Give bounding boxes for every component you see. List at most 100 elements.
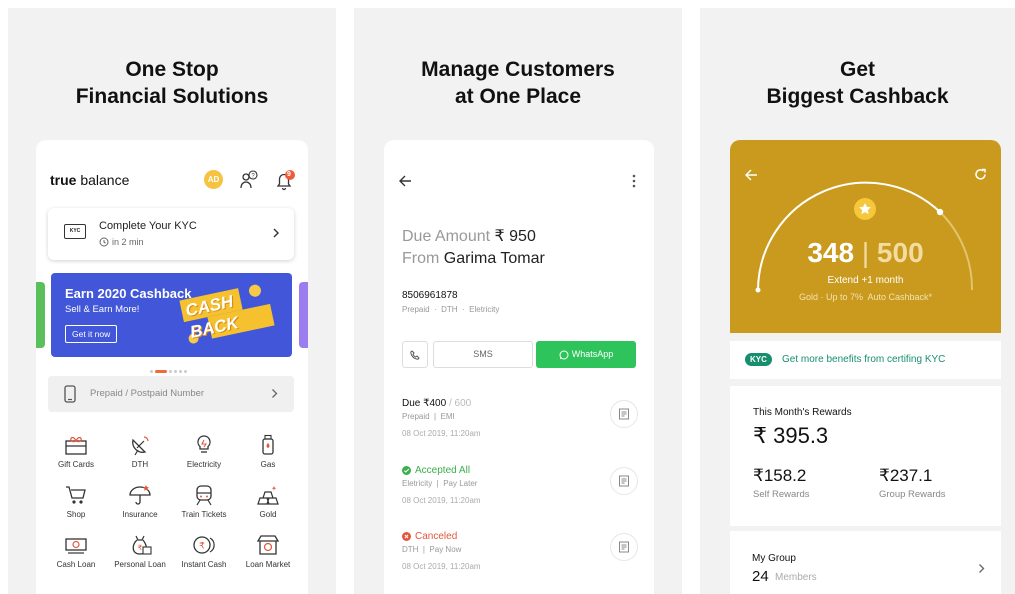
service-label: Personal Loan	[114, 560, 166, 569]
kyc-benefit-row[interactable]: KYC Get more benefits from certifing KYC	[730, 341, 1001, 379]
service-label: Gas	[260, 460, 276, 469]
service-loan-market[interactable]: Loan Market	[236, 530, 300, 569]
extend-text: Extend +1 month	[827, 275, 904, 286]
service-label: Loan Market	[245, 560, 291, 569]
self-rewards-value: ₹158.2	[753, 466, 807, 485]
service-insurance[interactable]: Insurance	[108, 480, 172, 519]
gold-bars-icon	[256, 484, 280, 506]
chevron-right-icon	[271, 388, 278, 399]
get-it-now-button[interactable]: Get it now	[65, 325, 118, 343]
carousel-next-peek[interactable]	[299, 282, 308, 348]
clock-icon	[99, 237, 109, 247]
call-button[interactable]	[402, 341, 428, 368]
service-gift-cards[interactable]: Gift Cards	[44, 430, 108, 469]
check-circle-icon	[402, 466, 411, 475]
transaction-meta: Eletricity | Pay Later	[402, 479, 478, 488]
score-value: 348	[807, 237, 855, 268]
service-dth[interactable]: DTH	[108, 430, 172, 469]
service-label: Gift Cards	[57, 460, 94, 469]
headline-line-2: at One Place	[454, 85, 582, 108]
kyc-card[interactable]: KYC Complete Your KYC in 2 min	[48, 208, 294, 260]
service-gas[interactable]: Gas	[236, 430, 300, 469]
kyc-benefit-link[interactable]: Get more benefits from certifing KYC	[782, 354, 945, 365]
promo-panel-customers: Manage Customers at One Place Due Amount…	[354, 8, 682, 594]
brand-bold: true	[50, 172, 77, 188]
from-row: From Garima Tomar	[402, 250, 545, 268]
bell-icon[interactable]: 9	[274, 170, 296, 192]
sms-button[interactable]: SMS	[433, 341, 533, 368]
kyc-icon: KYC	[64, 224, 86, 239]
svg-text:₹: ₹	[199, 542, 205, 552]
coins-icon: ₹	[192, 534, 216, 556]
train-icon	[194, 484, 214, 506]
carousel-dot[interactable]	[169, 370, 172, 374]
due-amount-row: Due Amount ₹ 950	[402, 226, 536, 246]
rewards-title: This Month's Rewards	[753, 407, 852, 418]
receipt-button[interactable]	[610, 400, 638, 428]
headline-line-2: Biggest Cashback	[766, 85, 949, 108]
transaction-item[interactable]: Accepted All Eletricity | Pay Later 08 O…	[402, 465, 638, 505]
group-rewards-label: Group Rewards	[879, 489, 946, 500]
rewards-value: ₹ 395.3	[753, 423, 829, 448]
transaction-date: 08 Oct 2019, 11:20am	[402, 496, 481, 505]
whatsapp-button[interactable]: WhatsApp	[536, 341, 636, 368]
phone-screen-home: true balance AD ? 9 KYC Complete Your KY…	[36, 140, 308, 594]
cancel-circle-icon	[402, 532, 411, 541]
headline-line-1: Manage Customers	[421, 58, 615, 81]
market-icon	[256, 534, 280, 556]
receipt-button[interactable]	[610, 533, 638, 561]
banner-title: Earn 2020 Cashback	[65, 286, 192, 301]
headline-line-1: One Stop	[125, 58, 219, 81]
cash-icon	[64, 536, 88, 556]
carousel-prev-peek[interactable]	[36, 282, 45, 348]
service-label: Insurance	[122, 510, 158, 519]
phone-icon	[410, 349, 420, 360]
service-gold[interactable]: Gold	[236, 480, 300, 519]
my-group-row[interactable]: My Group 24 Members	[730, 531, 1001, 594]
carousel-dot[interactable]	[184, 370, 187, 374]
carousel-dot[interactable]	[174, 370, 177, 374]
avatar[interactable]: AD	[204, 170, 223, 189]
service-instant-cash[interactable]: ₹ Instant Cash	[172, 530, 236, 569]
panel-headline: Manage Customers at One Place	[354, 56, 682, 110]
transaction-total: / 600	[446, 398, 472, 409]
panel-headline: Get Biggest Cashback	[700, 56, 1015, 110]
recharge-number-placeholder: Prepaid / Postpaid Number	[90, 388, 205, 399]
customer-name: Garima Tomar	[443, 250, 545, 267]
carousel-dot-active[interactable]	[155, 370, 167, 374]
customer-tags: Prepaid · DTH · Eletricity	[402, 305, 500, 314]
banner-subtitle: Sell & Earn More!	[65, 304, 140, 315]
headline-line-2: Financial Solutions	[75, 85, 269, 108]
umbrella-icon	[128, 484, 152, 506]
star-badge-icon	[854, 198, 876, 220]
carousel-dot[interactable]	[150, 370, 153, 374]
brand-rest: balance	[76, 172, 130, 188]
receipt-icon	[618, 541, 630, 553]
transaction-item[interactable]: Canceled DTH | Pay Now 08 Oct 2019, 11:2…	[402, 531, 638, 571]
transaction-meta: Prepaid | EMI	[402, 412, 455, 421]
cashback-banner[interactable]: Earn 2020 Cashback Sell & Earn More! Get…	[51, 273, 292, 357]
recharge-number-field[interactable]: Prepaid / Postpaid Number	[48, 376, 294, 412]
back-arrow-icon[interactable]	[398, 174, 412, 188]
service-label: Shop	[66, 510, 86, 519]
money-bag-icon: ₹	[128, 534, 152, 556]
group-unit: Members	[775, 572, 817, 583]
carousel-dot[interactable]	[179, 370, 182, 374]
notification-count: 9	[287, 171, 291, 178]
service-label: Gold	[259, 510, 277, 519]
kyc-title: Complete Your KYC	[99, 220, 197, 232]
transaction-item[interactable]: Due ₹400 / 600 Prepaid | EMI 08 Oct 2019…	[402, 398, 638, 438]
more-vertical-icon[interactable]	[632, 174, 636, 188]
help-icon[interactable]: ?	[239, 170, 259, 190]
service-shop[interactable]: Shop	[44, 480, 108, 519]
service-electricity[interactable]: Electricity	[172, 430, 236, 469]
group-rewards-value: ₹237.1	[879, 466, 933, 485]
service-personal-loan[interactable]: ₹ Personal Loan	[108, 530, 172, 569]
group-count: 24	[752, 568, 769, 585]
due-label: Due Amount	[402, 228, 491, 245]
service-train-tickets[interactable]: Train Tickets	[172, 480, 236, 519]
service-cash-loan[interactable]: Cash Loan	[44, 530, 108, 569]
receipt-button[interactable]	[610, 467, 638, 495]
chevron-right-icon	[978, 563, 985, 574]
group-title: My Group	[752, 553, 796, 564]
